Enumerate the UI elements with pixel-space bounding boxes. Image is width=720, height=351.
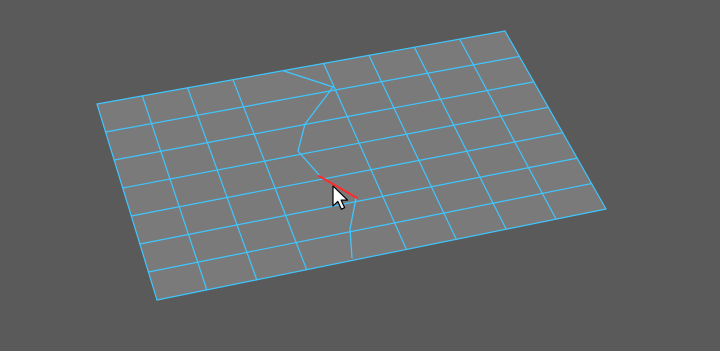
3d-viewport[interactable]	[0, 0, 720, 351]
viewport-scene[interactable]	[0, 0, 720, 351]
mesh-plane-face[interactable]	[97, 31, 606, 300]
